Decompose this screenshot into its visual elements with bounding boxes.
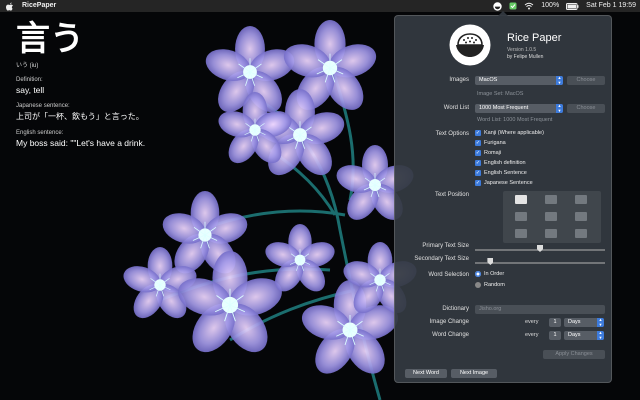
select-arrows-icon: ▲ ▼ (597, 330, 604, 340)
dictionary-select[interactable]: Jisho.org (475, 305, 605, 314)
radio-unselected-icon (475, 282, 481, 288)
checkbox-checked-icon: ✓ (475, 140, 481, 146)
option-english-sentence-label: English Sentence (484, 170, 527, 176)
images-hint: Image Set: MacOS (477, 91, 524, 97)
checkbox-checked-icon: ✓ (475, 180, 481, 186)
position-middle-left[interactable] (515, 212, 527, 221)
word-overlay: 言う いう (iu) Definition: say, tell Japanes… (16, 20, 186, 148)
next-word-button[interactable]: Next Word (405, 369, 447, 378)
app-author: by Felipe Mullen (507, 54, 544, 60)
word-kanji: 言う (16, 19, 84, 59)
word-change-label: Word Change (432, 332, 469, 338)
wordlist-choose-button[interactable]: Choose (567, 104, 605, 113)
clock[interactable]: Sat Feb 1 19:59 (586, 0, 636, 12)
rice-bowl-icon[interactable] (493, 1, 502, 11)
image-change-stepper[interactable]: 1 (549, 318, 561, 327)
image-change-unit-select[interactable]: Days ▲ ▼ (564, 317, 604, 327)
select-arrows-icon: ▲ ▼ (597, 317, 604, 327)
option-romaji-label: Romaji (484, 150, 502, 156)
en-sentence-label: English sentence: (16, 130, 64, 136)
wordlist-hint: Word List: 1000 Most Frequent (477, 117, 553, 123)
primary-size-slider[interactable] (475, 245, 605, 252)
battery-icon[interactable] (566, 2, 579, 10)
option-japanese-sentence[interactable]: ✓ Japanese Sentence (475, 180, 533, 186)
radio-random[interactable]: Random (475, 282, 505, 288)
dictionary-label: Dictionary (442, 306, 469, 312)
jp-sentence-text: 上司が「一杯、飲もう」と言った。 (16, 112, 144, 121)
image-change-unit-value: Days (568, 319, 581, 325)
wordlist-label: Word List (443, 105, 469, 111)
checkbox-checked-icon: ✓ (475, 170, 481, 176)
definition-label: Definition: (16, 77, 43, 83)
word-change-stepper[interactable]: 1 (549, 331, 561, 340)
menu-bar: RicePaper 100% Sat Feb 1 19:59 (0, 0, 640, 12)
preferences-popover: Rice Paper Version 1.0.5 by Felipe Mulle… (394, 11, 612, 383)
position-bottom-left[interactable] (515, 229, 527, 238)
wifi-icon[interactable] (524, 2, 534, 10)
secondary-size-slider[interactable] (475, 258, 605, 265)
secondary-size-knob[interactable] (487, 258, 494, 265)
radio-selected-icon (475, 271, 481, 277)
images-select[interactable]: MacOS ▲ ▼ (475, 75, 563, 85)
radio-in-order-label: In Order (484, 271, 505, 277)
apply-changes-button[interactable]: Apply Changes (543, 350, 605, 359)
option-japanese-sentence-label: Japanese Sentence (484, 180, 533, 186)
checkbox-checked-icon: ✓ (475, 160, 481, 166)
app-version: Version 1.0.5 (507, 47, 537, 53)
wordlist-select[interactable]: 1000 Most Frequent ▲ ▼ (475, 103, 563, 113)
word-change-unit-select[interactable]: Days ▲ ▼ (564, 330, 604, 340)
images-label: Images (449, 77, 469, 83)
position-top-left[interactable] (515, 195, 527, 204)
option-romaji[interactable]: ✓ Romaji (475, 150, 501, 156)
images-select-value: MacOS (479, 77, 498, 83)
word-change-every: every (525, 332, 539, 338)
app-title: Rice Paper (507, 32, 562, 44)
option-english-sentence[interactable]: ✓ English Sentence (475, 170, 527, 176)
position-bottom-center[interactable] (545, 229, 557, 238)
rice-bowl-logo-icon (449, 24, 491, 66)
menu-extra-icon[interactable] (509, 2, 517, 10)
option-english-definition-label: English definition (484, 160, 526, 166)
position-bottom-right[interactable] (575, 229, 587, 238)
text-position-label: Text Position (434, 192, 469, 198)
option-english-definition[interactable]: ✓ English definition (475, 160, 526, 166)
secondary-size-label: Secondary Text Size (414, 256, 469, 262)
primary-size-label: Primary Text Size (422, 243, 469, 249)
position-top-center[interactable] (545, 195, 557, 204)
option-furigana[interactable]: ✓ Furigana (475, 140, 506, 146)
checkbox-checked-icon: ✓ (475, 150, 481, 156)
battery-percent: 100% (541, 2, 560, 9)
radio-in-order[interactable]: In Order (475, 271, 504, 277)
option-kanji[interactable]: ✓ Kanji (Where applicable) (475, 130, 544, 136)
select-arrows-icon: ▲ ▼ (556, 75, 563, 85)
checkbox-checked-icon: ✓ (475, 130, 481, 136)
word-reading: いう (iu) (16, 63, 39, 69)
radio-random-label: Random (484, 282, 505, 288)
text-position-grid (503, 191, 601, 243)
primary-size-knob[interactable] (537, 245, 543, 252)
option-kanji-label: Kanji (Where applicable) (484, 130, 544, 136)
image-change-every: every (525, 319, 539, 325)
next-image-button[interactable]: Next Image (451, 369, 497, 378)
option-furigana-label: Furigana (484, 140, 506, 146)
text-options-label: Text Options (435, 131, 469, 137)
word-selection-label: Word Selection (428, 272, 469, 278)
jp-sentence-label: Japanese sentence: (16, 103, 70, 109)
images-choose-button[interactable]: Choose (567, 76, 605, 85)
wordlist-select-value: 1000 Most Frequent (479, 105, 529, 111)
apple-icon[interactable] (6, 2, 16, 11)
word-change-unit-value: Days (568, 332, 581, 338)
select-arrows-icon: ▲ ▼ (556, 103, 563, 113)
definition-text: say, tell (16, 85, 45, 95)
position-top-right[interactable] (575, 195, 587, 204)
en-sentence-text: My boss said: ""Let's have a drink. (16, 138, 146, 148)
app-menu-name[interactable]: RicePaper (22, 0, 56, 12)
position-middle-center[interactable] (545, 212, 557, 221)
position-middle-right[interactable] (575, 212, 587, 221)
image-change-label: Image Change (429, 319, 469, 325)
